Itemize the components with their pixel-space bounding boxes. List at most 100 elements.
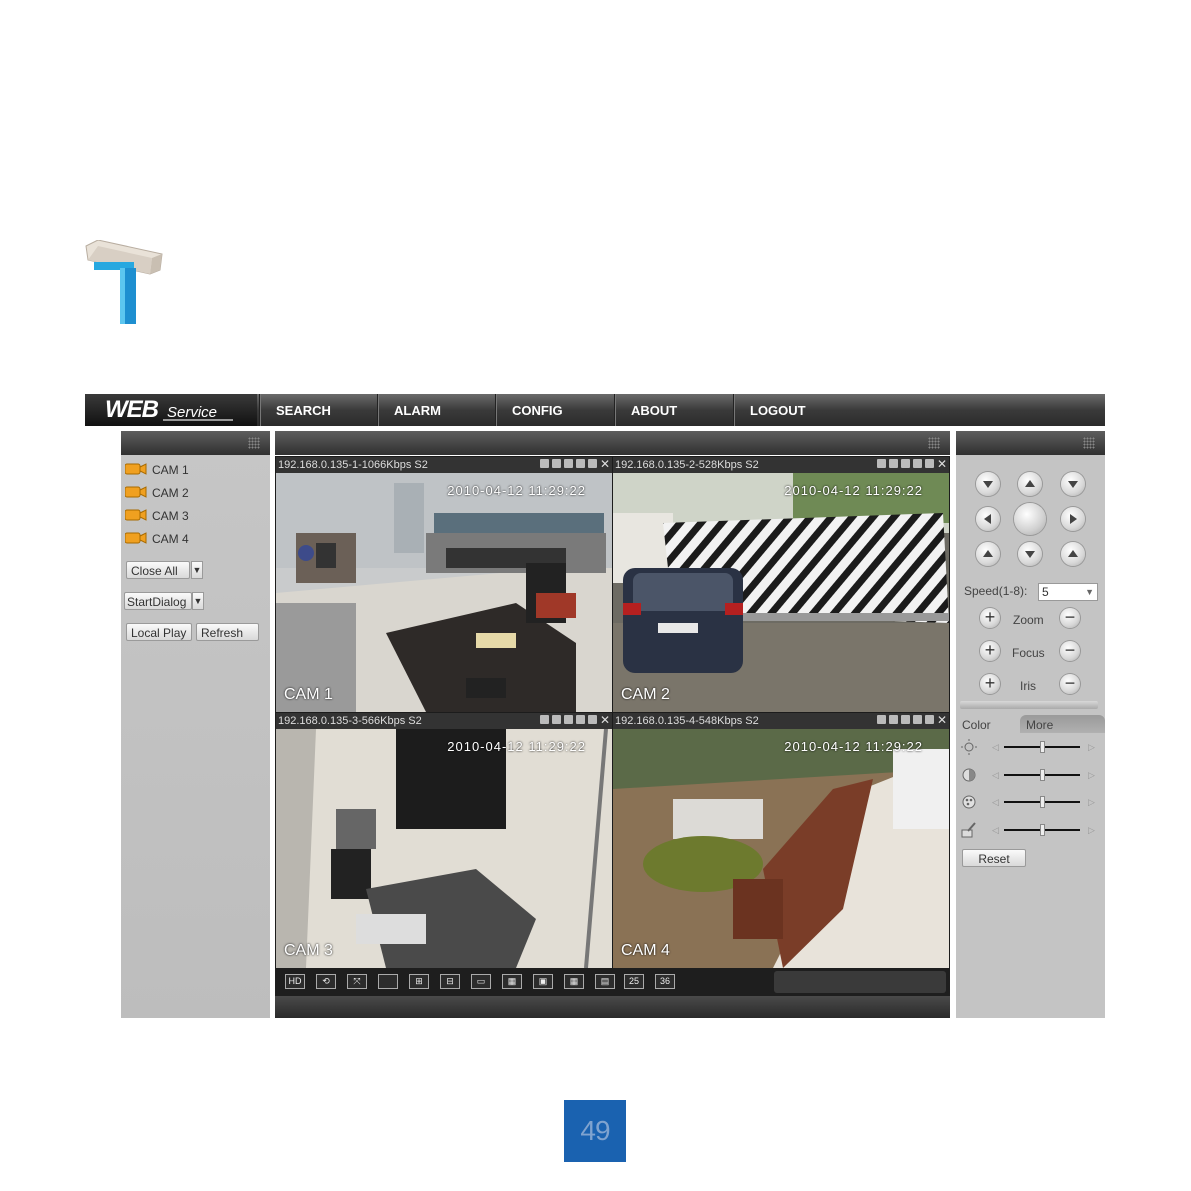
tile-controls[interactable]: ✕	[877, 457, 948, 471]
arrow-down-left-icon	[983, 481, 993, 488]
speed-select[interactable]: 5 ▼	[1038, 583, 1098, 601]
camera-icon	[125, 463, 147, 475]
layout-16-button[interactable]: ▦	[564, 974, 584, 989]
speed-label: Speed(1-8):	[964, 584, 1028, 598]
camera-feed-image	[276, 473, 612, 712]
brightness-icon	[961, 739, 977, 755]
device-panel-header	[121, 431, 270, 455]
camera-label: CAM 1	[152, 463, 189, 477]
nav-about[interactable]: ABOUT	[614, 394, 733, 426]
arrow-up-icon	[983, 550, 993, 557]
layout-1-button[interactable]	[378, 974, 398, 989]
brightness-slider[interactable]: ◁ ▷	[960, 739, 1100, 755]
ptz-up-right-button[interactable]	[1061, 472, 1085, 496]
ptz-down-left-button[interactable]	[976, 542, 1000, 566]
layout-8-button[interactable]: ▭	[471, 974, 491, 989]
bottom-bar	[275, 996, 950, 1018]
contrast-slider[interactable]: ◁ ▷	[960, 767, 1100, 783]
brand-logo	[85, 240, 163, 324]
start-dialog-button[interactable]: StartDialog	[124, 592, 192, 610]
nav-alarm[interactable]: ALARM	[377, 394, 495, 426]
arrow-down-icon	[1025, 551, 1035, 558]
layout-6-button[interactable]: ⊟	[440, 974, 460, 989]
video-cam-name: CAM 3	[284, 942, 333, 959]
layout-36-button[interactable]: 36	[655, 974, 675, 989]
camera-icon	[125, 486, 147, 498]
layout-button-cycle[interactable]: ⟲	[316, 974, 336, 989]
close-icon: ✕	[600, 457, 611, 471]
page-number: 49	[564, 1100, 626, 1162]
ptz-right-button[interactable]	[1061, 507, 1085, 531]
contrast-icon	[962, 768, 976, 782]
focus-near-button[interactable]: +	[980, 641, 1000, 661]
video-tile-4[interactable]: 192.168.0.135-4-548Kbps S2 ✕ 2010-04-12 …	[613, 713, 949, 968]
tab-more[interactable]: More	[1020, 715, 1105, 733]
close-icon: ✕	[937, 713, 948, 727]
ptz-center-button[interactable]	[1014, 503, 1046, 535]
iris-open-button[interactable]: +	[980, 674, 1000, 694]
slider-right-icon: ▷	[1088, 825, 1095, 835]
reset-button[interactable]: Reset	[962, 849, 1026, 867]
camera-icon	[125, 532, 147, 544]
camera-feed-image	[276, 729, 612, 968]
tile-controls[interactable]: ✕	[540, 457, 611, 471]
camera-icon	[125, 509, 147, 521]
video-cam-name: CAM 2	[621, 686, 670, 703]
nav-logout[interactable]: LOGOUT	[733, 394, 1105, 426]
layout-4-button[interactable]: ⊞	[409, 974, 429, 989]
layout-group-toggle[interactable]	[774, 971, 946, 993]
layout-25-button[interactable]: 25	[624, 974, 644, 989]
refresh-button[interactable]: Refresh	[196, 623, 259, 641]
arrow-left-icon	[984, 514, 991, 524]
ptz-collapse-bar[interactable]	[960, 701, 1098, 709]
video-tile-1[interactable]: 192.168.0.135-1-1066Kbps S2 ✕ 2010-04-12…	[276, 457, 612, 712]
slider-left-icon: ◁	[992, 825, 999, 835]
saturation-slider[interactable]: ◁ ▷	[960, 794, 1100, 810]
focus-far-button[interactable]: −	[1060, 641, 1080, 661]
layout-button-hd[interactable]: HD	[285, 974, 305, 989]
video-tile-2[interactable]: 192.168.0.135-2-528Kbps S2 ✕ 2010-04-12 …	[613, 457, 949, 712]
camera-label: CAM 4	[152, 532, 189, 546]
video-timestamp: 2010-04-12 11:29:22	[784, 739, 923, 754]
tile-controls[interactable]: ✕	[540, 713, 611, 727]
layout-13-button[interactable]: ▣	[533, 974, 553, 989]
video-panel-header	[275, 431, 950, 455]
close-icon: ✕	[600, 713, 611, 727]
iris-close-button[interactable]: −	[1060, 674, 1080, 694]
slider-right-icon: ▷	[1088, 742, 1095, 752]
nav-search[interactable]: SEARCH	[259, 394, 377, 426]
ptz-down-right-button[interactable]	[1061, 542, 1085, 566]
video-timestamp: 2010-04-12 11:29:22	[784, 483, 923, 498]
ptz-panel: Speed(1-8): 5 ▼ + Zoom − + Focus − + Iri…	[956, 431, 1105, 1018]
camera-feed-image	[613, 473, 949, 712]
chevron-down-icon: ▼	[1085, 587, 1094, 597]
layout-9-button[interactable]: ▦	[502, 974, 522, 989]
fullscreen-button[interactable]: ⤧	[347, 974, 367, 989]
start-dialog-dropdown[interactable]: ▼	[192, 592, 204, 610]
nav-config[interactable]: CONFIG	[495, 394, 614, 426]
zoom-label: Zoom	[1013, 613, 1044, 627]
close-icon: ✕	[937, 457, 948, 471]
close-all-button[interactable]: Close All	[126, 561, 190, 579]
ptz-up-button[interactable]	[1018, 472, 1042, 496]
tile-controls[interactable]: ✕	[877, 713, 948, 727]
top-navigation: WEB Service SEARCH ALARM CONFIG ABOUT LO…	[85, 394, 1105, 426]
camera-label: CAM 3	[152, 509, 189, 523]
device-panel: CAM 1 CAM 2 CAM 3 CAM 4 Close All ▼ Star…	[121, 431, 270, 1018]
ptz-panel-header	[956, 431, 1105, 455]
local-play-button[interactable]: Local Play	[126, 623, 192, 641]
ptz-left-button[interactable]	[976, 507, 1000, 531]
zoom-out-button[interactable]: −	[1060, 608, 1080, 628]
close-all-dropdown[interactable]: ▼	[191, 561, 203, 579]
layout-20-button[interactable]: ▤	[595, 974, 615, 989]
video-timestamp: 2010-04-12 11:29:22	[447, 739, 586, 754]
tab-color[interactable]: Color	[956, 715, 1020, 733]
zoom-in-button[interactable]: +	[980, 608, 1000, 628]
ptz-down-button[interactable]	[1018, 542, 1042, 566]
arrow-down-icon	[1068, 481, 1078, 488]
ptz-up-left-button[interactable]	[976, 472, 1000, 496]
hue-slider[interactable]: ◁ ▷	[960, 822, 1100, 838]
slider-left-icon: ◁	[992, 742, 999, 752]
video-cam-name: CAM 4	[621, 942, 670, 959]
video-tile-3[interactable]: 192.168.0.135-3-566Kbps S2 ✕ 2010-04-12 …	[276, 713, 612, 968]
